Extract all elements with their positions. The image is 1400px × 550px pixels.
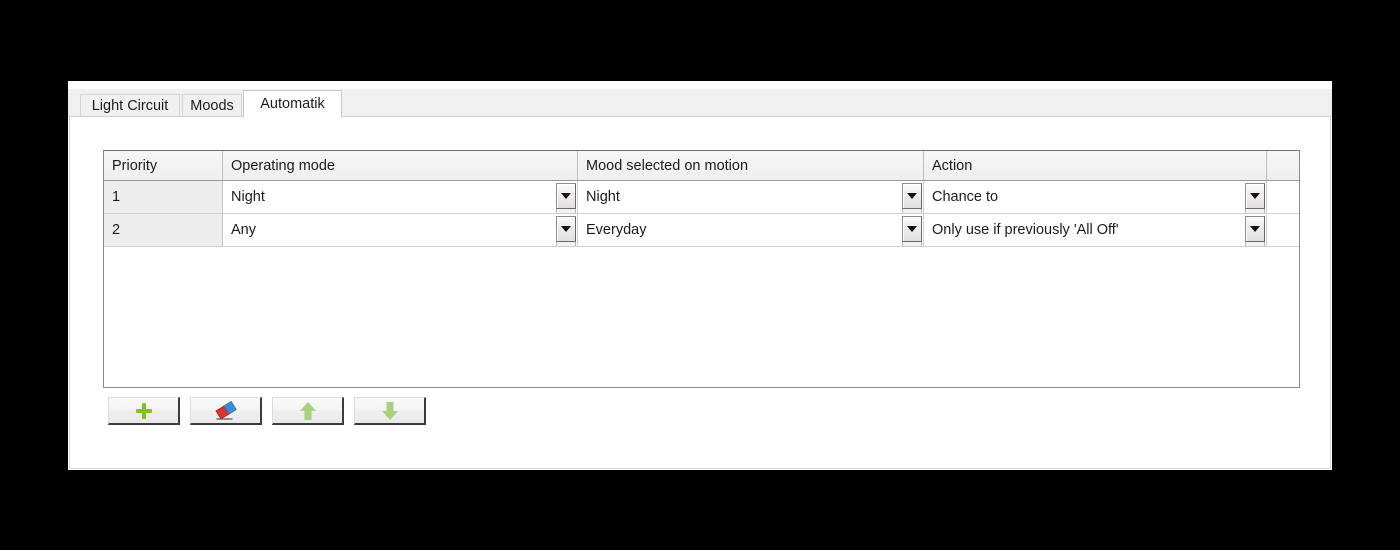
combo-button-shadow (902, 209, 922, 213)
table-row[interactable]: 1 Night Night Chance to (104, 181, 1299, 214)
cell-filler (1267, 214, 1299, 246)
application-window: Light Circuit Moods Automatik Priority O… (68, 81, 1332, 470)
cell-operating-mode[interactable]: Night (223, 181, 578, 213)
combo-button-shadow (556, 209, 576, 213)
mood-dropdown-button-row1[interactable] (902, 183, 922, 209)
cell-priority[interactable]: 1 (104, 181, 223, 213)
add-button[interactable] (108, 397, 180, 425)
cell-filler (1267, 181, 1299, 213)
automation-rules-grid: Priority Operating mode Mood selected on… (103, 150, 1300, 388)
column-header-label: Action (932, 158, 972, 174)
action-dropdown-button-row2[interactable] (1245, 216, 1265, 242)
arrow-down-icon (381, 401, 399, 421)
combo-button-shadow (1245, 242, 1265, 246)
move-down-button[interactable] (354, 397, 426, 425)
combo-button-shadow (902, 242, 922, 246)
column-header-mood-selected-on-motion[interactable]: Mood selected on motion (578, 151, 924, 180)
column-header-action[interactable]: Action (924, 151, 1267, 180)
tab-label: Automatik (260, 96, 324, 112)
cell-value: Chance to (932, 189, 998, 205)
chevron-down-icon (561, 193, 571, 199)
column-header-label: Operating mode (231, 158, 335, 174)
tab-automatik[interactable]: Automatik (243, 90, 342, 118)
tab-light-circuit[interactable]: Light Circuit (80, 94, 180, 117)
cell-value: Any (231, 222, 256, 238)
table-row[interactable]: 2 Any Everyday Only use (104, 214, 1299, 247)
column-header-label: Priority (112, 158, 157, 174)
column-header-label: Mood selected on motion (586, 158, 748, 174)
column-header-filler (1267, 151, 1299, 180)
cell-priority[interactable]: 2 (104, 214, 223, 246)
move-up-button[interactable] (272, 397, 344, 425)
chevron-down-icon (1250, 193, 1260, 199)
cell-value: Only use if previously 'All Off' (932, 222, 1119, 238)
eraser-icon (213, 401, 239, 421)
plus-icon (135, 402, 153, 420)
arrow-up-icon (299, 401, 317, 421)
cell-value: 1 (112, 189, 120, 205)
cell-action[interactable]: Only use if previously 'All Off' (924, 214, 1267, 246)
tab-strip: Light Circuit Moods Automatik (68, 89, 1332, 117)
tab-label: Moods (190, 98, 234, 114)
chevron-down-icon (907, 193, 917, 199)
delete-button[interactable] (190, 397, 262, 425)
cell-mood-selected-on-motion[interactable]: Night (578, 181, 924, 213)
column-header-priority[interactable]: Priority (104, 151, 223, 180)
tab-panel-automatik: Priority Operating mode Mood selected on… (69, 117, 1331, 469)
cell-value: 2 (112, 222, 120, 238)
grid-toolbar (108, 397, 426, 425)
cell-mood-selected-on-motion[interactable]: Everyday (578, 214, 924, 246)
tab-moods[interactable]: Moods (182, 94, 242, 117)
mood-dropdown-button-row2[interactable] (902, 216, 922, 242)
cell-operating-mode[interactable]: Any (223, 214, 578, 246)
cell-value: Night (586, 189, 620, 205)
action-dropdown-button-row1[interactable] (1245, 183, 1265, 209)
cell-value: Everyday (586, 222, 646, 238)
operating-mode-dropdown-button-row1[interactable] (556, 183, 576, 209)
combo-button-shadow (556, 242, 576, 246)
tab-label: Light Circuit (92, 98, 169, 114)
grid-header-row: Priority Operating mode Mood selected on… (104, 151, 1299, 181)
operating-mode-dropdown-button-row2[interactable] (556, 216, 576, 242)
chevron-down-icon (907, 226, 917, 232)
column-header-operating-mode[interactable]: Operating mode (223, 151, 578, 180)
chevron-down-icon (561, 226, 571, 232)
cell-action[interactable]: Chance to (924, 181, 1267, 213)
chevron-down-icon (1250, 226, 1260, 232)
grid-empty-area[interactable] (104, 247, 1299, 387)
combo-button-shadow (1245, 209, 1265, 213)
cell-value: Night (231, 189, 265, 205)
